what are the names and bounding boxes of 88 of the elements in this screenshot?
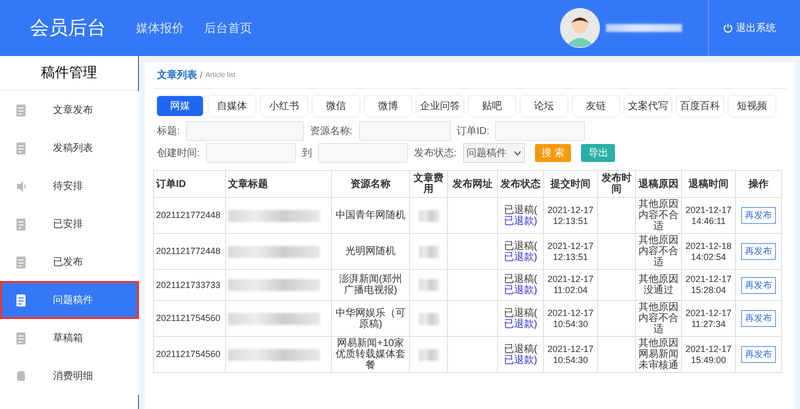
table-cell: 2021-12-17 11:27:34 bbox=[682, 300, 736, 336]
category-tab[interactable]: 微博 bbox=[365, 96, 411, 116]
category-tab[interactable]: 网媒 bbox=[157, 96, 203, 116]
table-cell: 其他原因没通过 bbox=[636, 270, 682, 300]
table-cell: 2021-12-17 10:54:30 bbox=[544, 300, 598, 336]
table-cell: 其他原因内容不合适 bbox=[636, 300, 682, 336]
status-text: 已退稿( bbox=[504, 344, 538, 354]
blurred-fee bbox=[418, 348, 438, 360]
field-label: 创建时间: bbox=[157, 146, 200, 160]
table-cell: 其他原因内容不合适 bbox=[636, 234, 682, 270]
date-input[interactable] bbox=[318, 143, 408, 163]
table-cell: 2021-12-17 12:13:51 bbox=[544, 234, 598, 270]
status-text: 已退稿( bbox=[504, 204, 538, 216]
column-header: 提交时间 bbox=[544, 170, 598, 198]
category-tab[interactable]: 小红书 bbox=[261, 96, 307, 116]
avatar-icon bbox=[560, 8, 600, 48]
table-cell: 2021121733733 bbox=[154, 270, 226, 300]
resource-input[interactable] bbox=[358, 121, 451, 141]
category-tab[interactable]: 友链 bbox=[573, 96, 619, 116]
table-cell: 其他原因网易新闻未审核通 bbox=[636, 336, 682, 372]
table-cell: 网易新闻+10家优质转载媒体套餐 bbox=[332, 336, 410, 372]
refund-link[interactable]: 已退款) bbox=[504, 354, 538, 366]
refund-link[interactable]: 已退款) bbox=[504, 216, 538, 226]
category-tab[interactable]: 自媒体 bbox=[209, 96, 255, 116]
field-label: 订单ID: bbox=[456, 124, 490, 138]
table-cell: 2021121772448 bbox=[154, 198, 226, 234]
column-header: 操作 bbox=[736, 170, 782, 198]
column-header: 退稿原因 bbox=[636, 170, 682, 198]
logout-button[interactable]: 退出系统 bbox=[709, 21, 800, 35]
app-logo: 会员后台 bbox=[30, 17, 106, 41]
table-cell: 2021-12-17 12:13:51 bbox=[544, 198, 598, 234]
field-label: 标题: bbox=[157, 124, 180, 138]
table-cell: 2021-12-17 14:46:11 bbox=[682, 198, 736, 234]
table-cell: 澎湃新闻(郑州广播电视报) bbox=[332, 270, 410, 300]
status-text: 已退稿( bbox=[504, 240, 538, 252]
republish-button[interactable]: 再发布 bbox=[741, 207, 776, 224]
date-input[interactable] bbox=[206, 143, 296, 163]
table-cell: 其他原因内容不合适 bbox=[636, 198, 682, 234]
category-tab[interactable]: 论坛 bbox=[521, 96, 567, 116]
field-label: 发布状态: bbox=[414, 146, 457, 160]
column-header: 发布网址 bbox=[448, 170, 498, 198]
column-header: 订单ID bbox=[154, 170, 226, 198]
blurred-fee bbox=[418, 210, 438, 222]
title-input[interactable] bbox=[186, 121, 304, 141]
status-text: 已退稿( bbox=[504, 274, 538, 285]
republish-button[interactable]: 再发布 bbox=[741, 310, 776, 327]
column-header: 资源名称 bbox=[332, 170, 410, 198]
category-tab[interactable]: 百度百科 bbox=[677, 96, 723, 116]
order-input[interactable] bbox=[495, 121, 586, 141]
table-cell: 中国青年网随机 bbox=[332, 198, 410, 234]
field-label: 到 bbox=[302, 147, 312, 160]
refund-link[interactable]: 已退款) bbox=[504, 318, 538, 330]
category-tab[interactable]: 短视频 bbox=[729, 96, 775, 116]
blurred-fee bbox=[418, 312, 438, 324]
chevron-icon bbox=[514, 150, 521, 156]
column-header: 发布时间 bbox=[598, 170, 636, 198]
table-cell: 中华网娱乐（可原稿) bbox=[332, 300, 410, 336]
status-select[interactable]: 问题稿件 bbox=[462, 143, 525, 163]
republish-button[interactable]: 再发布 bbox=[741, 276, 776, 294]
category-tab[interactable]: 贴吧 bbox=[469, 96, 515, 116]
republish-button[interactable]: 再发布 bbox=[741, 346, 776, 363]
republish-button[interactable]: 再发布 bbox=[741, 243, 776, 260]
field-label: 资源名称: bbox=[310, 125, 353, 138]
sidebar-item[interactable]: 问题稿件 bbox=[0, 281, 139, 319]
column-header: 发布状态 bbox=[498, 170, 544, 198]
power-icon bbox=[723, 23, 733, 33]
table-cell: 光明网随机 bbox=[332, 234, 410, 270]
table-cell: 2021-12-18 14:02:54 bbox=[682, 234, 736, 270]
table-cell: 2021121754560 bbox=[154, 336, 226, 372]
refund-link[interactable]: 已退款) bbox=[504, 252, 538, 262]
category-tab[interactable]: 文案代写 bbox=[625, 96, 671, 116]
table-cell: 2021-12-17 15:49:00 bbox=[682, 336, 736, 372]
table-cell: 2021-12-17 10:54:30 bbox=[544, 336, 598, 372]
column-header: 文章标题 bbox=[226, 170, 332, 198]
status-text: 已退稿( bbox=[504, 308, 538, 318]
table-cell: 2021-12-17 11:02:04 bbox=[544, 270, 598, 300]
table-cell: 2021121754560 bbox=[154, 300, 226, 336]
category-tab[interactable]: 企业问答 bbox=[417, 96, 463, 116]
page-title: 文章列表 bbox=[157, 68, 197, 82]
blurred-fee bbox=[418, 246, 438, 258]
category-tab[interactable]: 微信 bbox=[313, 96, 359, 116]
breadcrumb-separator: / bbox=[200, 70, 203, 80]
blurred-fee bbox=[418, 279, 438, 291]
refund-link[interactable]: 已退款) bbox=[504, 285, 538, 296]
column-header: 文章费用 bbox=[410, 170, 448, 198]
table-cell: 2021-12-17 15:28:04 bbox=[682, 270, 736, 300]
column-header: 退稿时间 bbox=[682, 170, 736, 198]
table-cell: 2021121772448 bbox=[154, 234, 226, 270]
